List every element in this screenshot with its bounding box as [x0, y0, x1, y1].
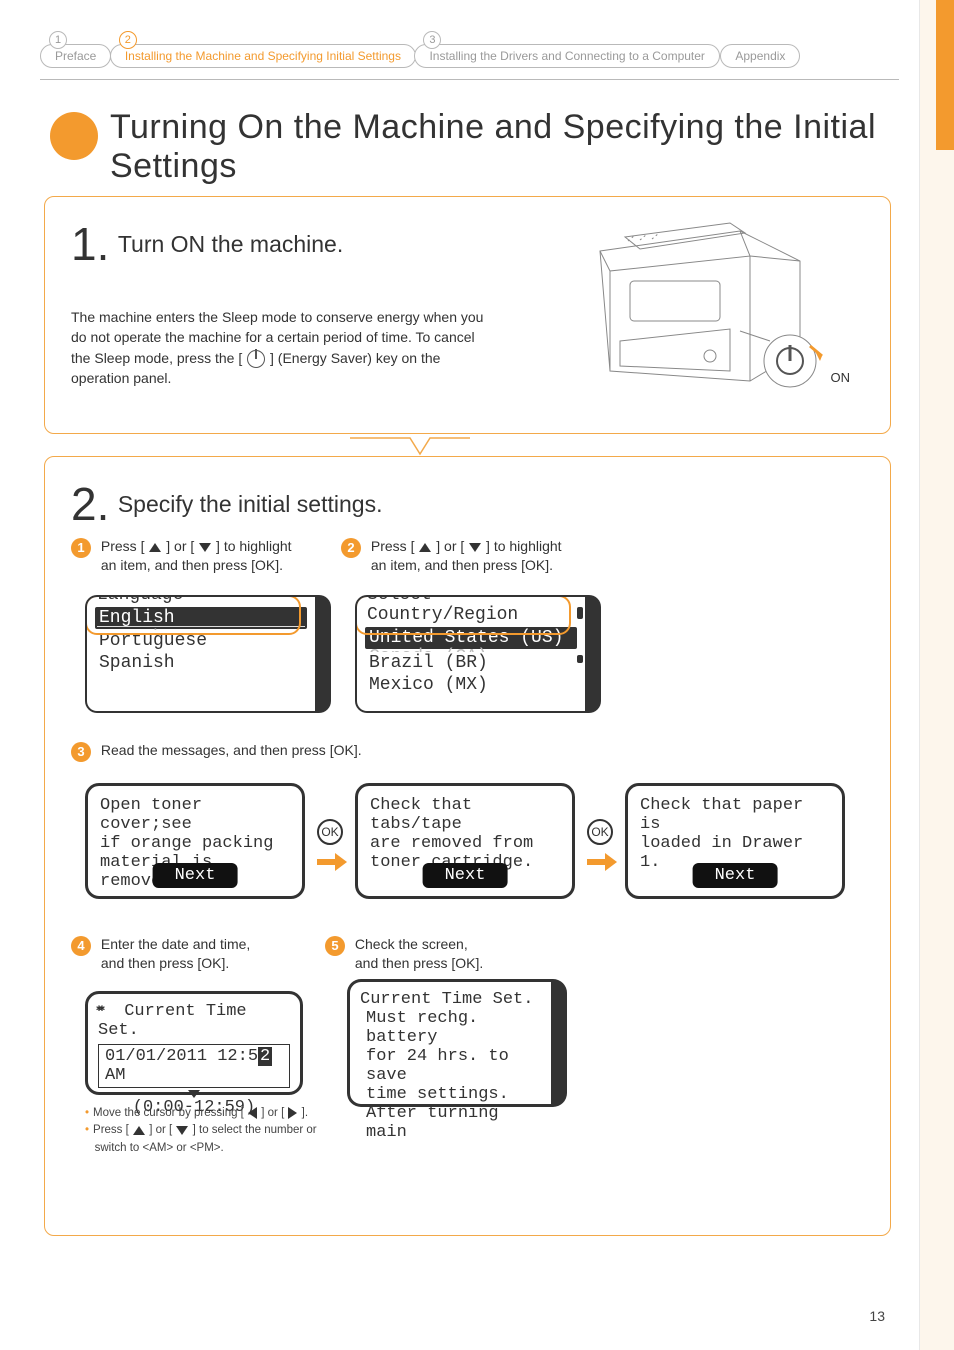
msg-line: Check that paper is	[640, 796, 830, 834]
msg-line: if orange packing	[100, 834, 290, 853]
substep-bullet: 5	[325, 936, 345, 956]
lcd-title: Language	[97, 595, 305, 605]
down-arrow-icon	[199, 543, 211, 552]
lcd-row: Spanish	[97, 652, 305, 674]
substep-5: 5 Check the screen, and then press [OK].	[325, 935, 545, 973]
substep-text-b: and then press [OK].	[101, 955, 229, 971]
step-connector	[350, 434, 470, 458]
substep-4: 4 Enter the date and time, and then pres…	[71, 935, 291, 973]
message-box-1: Open toner cover;see if orange packing m…	[85, 783, 305, 899]
down-arrow-icon	[469, 543, 481, 552]
printer-illustration	[540, 211, 860, 411]
down-arrow-icon	[188, 1090, 200, 1098]
msg-line: for 24 hrs. to save	[360, 1047, 541, 1085]
up-arrow-icon	[149, 543, 161, 552]
substep-bullet: 3	[71, 742, 91, 762]
substep-text-a: Enter the date and time,	[101, 936, 250, 952]
substep-text-a: Check the screen,	[355, 936, 468, 952]
cursor: 2	[258, 1047, 272, 1066]
arrow-right-icon	[587, 855, 617, 869]
tab-label: Installing the Machine and Specifying In…	[125, 49, 401, 63]
ok-badge: OK	[317, 819, 343, 845]
tab-number: 3	[423, 31, 441, 49]
substep-bullet: 4	[71, 936, 91, 956]
section-edge-tab	[936, 0, 954, 150]
on-label: ON	[831, 370, 851, 385]
notes: •Move the cursor by pressing [ ] or [ ].…	[85, 1105, 365, 1157]
substep-bullet: 2	[341, 538, 361, 558]
lcd-row: Brazil (BR)	[367, 652, 575, 674]
time-info-box: Current Time Set. Must rechg. battery fo…	[347, 979, 567, 1107]
scrollbar[interactable]	[557, 990, 563, 1096]
breadcrumb-tabs: 1 Preface 2 Installing the Machine and S…	[40, 44, 899, 84]
left-arrow-icon	[248, 1107, 257, 1119]
right-arrow-icon	[288, 1107, 297, 1119]
time-title: Current Time Set.	[360, 990, 541, 1009]
tab-drivers[interactable]: 3 Installing the Drivers and Connecting …	[414, 44, 719, 68]
lcd-language: Language English French Portuguese Spani…	[85, 595, 331, 713]
up-arrow-icon	[133, 1126, 145, 1135]
time-value: 01/01/2011 12:52 AM	[98, 1044, 290, 1088]
substep-1: 1 Press [ ] or [ ] to highlightan item, …	[71, 537, 311, 575]
down-arrow-icon	[176, 1126, 188, 1135]
page: 1 Preface 2 Installing the Machine and S…	[0, 0, 920, 1350]
tab-install[interactable]: 2 Installing the Machine and Specifying …	[110, 44, 416, 68]
message-box-3: Check that paper is loaded in Drawer 1. …	[625, 783, 845, 899]
ok-badge: OK	[587, 819, 613, 845]
step-1-card: 1. Turn ON the machine. The machine ente…	[44, 196, 891, 434]
substep-3: 3 Read the messages, and then press [OK]…	[71, 741, 362, 761]
step-number: 2.	[71, 477, 109, 531]
tab-number: 2	[119, 31, 137, 49]
tab-label: Appendix	[735, 49, 785, 63]
step-heading: Turn ON the machine.	[118, 231, 343, 258]
tab-preface[interactable]: 1 Preface	[40, 44, 111, 68]
next-button[interactable]: Next	[153, 863, 238, 888]
lcd-region: Select Country/Region United States (US)…	[355, 595, 601, 713]
tab-number: 1	[49, 31, 67, 49]
energy-saver-icon	[247, 350, 265, 368]
lcd-row: Mexico (MX)	[367, 674, 575, 696]
tab-label: Installing the Drivers and Connecting to…	[429, 49, 704, 63]
msg-line: Open toner cover;see	[100, 796, 290, 834]
msg-line: After turning main	[360, 1104, 541, 1142]
title-bullet-icon	[50, 112, 98, 160]
lcd-row: Portuguese	[97, 630, 305, 652]
tab-appendix[interactable]: Appendix	[720, 44, 800, 68]
time-title: Current Time Set.	[98, 1002, 247, 1040]
msg-line: Must rechg. battery	[360, 1009, 541, 1047]
lcd-selected: United States (US)	[365, 627, 577, 649]
substep-text: Read the messages, and then press [OK].	[101, 741, 362, 760]
substep-bullet: 1	[71, 538, 91, 558]
gear-icon	[98, 1003, 114, 1019]
step-heading: Specify the initial settings.	[118, 491, 383, 518]
up-arrow-icon	[419, 543, 431, 552]
step-1-body: The machine enters the Sleep mode to con…	[71, 307, 491, 388]
msg-line: time settings.	[360, 1085, 541, 1104]
page-title-block: Turning On the Machine and Specifying th…	[54, 108, 879, 186]
page-title: Turning On the Machine and Specifying th…	[110, 108, 879, 186]
next-button[interactable]: Next	[423, 863, 508, 888]
lcd-title: Select Country/Region	[367, 595, 575, 625]
substep-text-b: and then press [OK].	[355, 955, 483, 971]
message-box-2: Check that tabs/tape are removed from to…	[355, 783, 575, 899]
step-number: 1.	[71, 217, 109, 271]
tab-label: Preface	[55, 49, 96, 63]
message-row: Open toner cover;see if orange packing m…	[85, 783, 864, 913]
time-set-box: Current Time Set. 01/01/2011 12:52 AM (0…	[85, 991, 303, 1095]
arrow-right-icon	[317, 855, 347, 869]
msg-line: Check that tabs/tape	[370, 796, 560, 834]
next-button[interactable]: Next	[693, 863, 778, 888]
scrollbar[interactable]	[577, 605, 583, 703]
step-2-card: 2. Specify the initial settings. 1 Press…	[44, 456, 891, 1236]
substep-2: 2 Press [ ] or [ ] to highlightan item, …	[341, 537, 581, 575]
msg-line: are removed from	[370, 834, 560, 853]
page-number: 13	[869, 1308, 885, 1324]
